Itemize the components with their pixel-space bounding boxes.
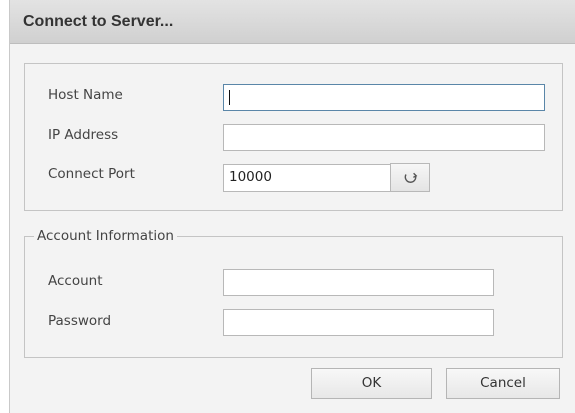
ip-address-label: IP Address (48, 127, 119, 143)
cancel-button[interactable]: Cancel (446, 368, 560, 399)
port-refresh-button[interactable] (390, 163, 430, 192)
text-caret (229, 90, 230, 105)
account-group (24, 236, 563, 358)
refresh-icon (404, 172, 418, 183)
ip-address-input[interactable] (223, 124, 545, 151)
account-label: Account (48, 273, 103, 289)
host-name-label: Host Name (48, 87, 123, 103)
connect-dialog: Connect to Server... Host Name IP Addres… (9, 0, 575, 413)
host-name-input[interactable] (223, 84, 545, 111)
dialog-title: Connect to Server... (23, 13, 174, 30)
account-input[interactable] (223, 269, 494, 296)
connect-port-input[interactable]: 10000 (223, 164, 391, 192)
ok-button[interactable]: OK (311, 368, 432, 399)
connect-port-label: Connect Port (48, 166, 135, 182)
password-input[interactable] (223, 309, 494, 336)
account-group-title: Account Information (34, 228, 177, 244)
password-label: Password (48, 313, 112, 329)
title-bar: Connect to Server... (10, 0, 575, 44)
